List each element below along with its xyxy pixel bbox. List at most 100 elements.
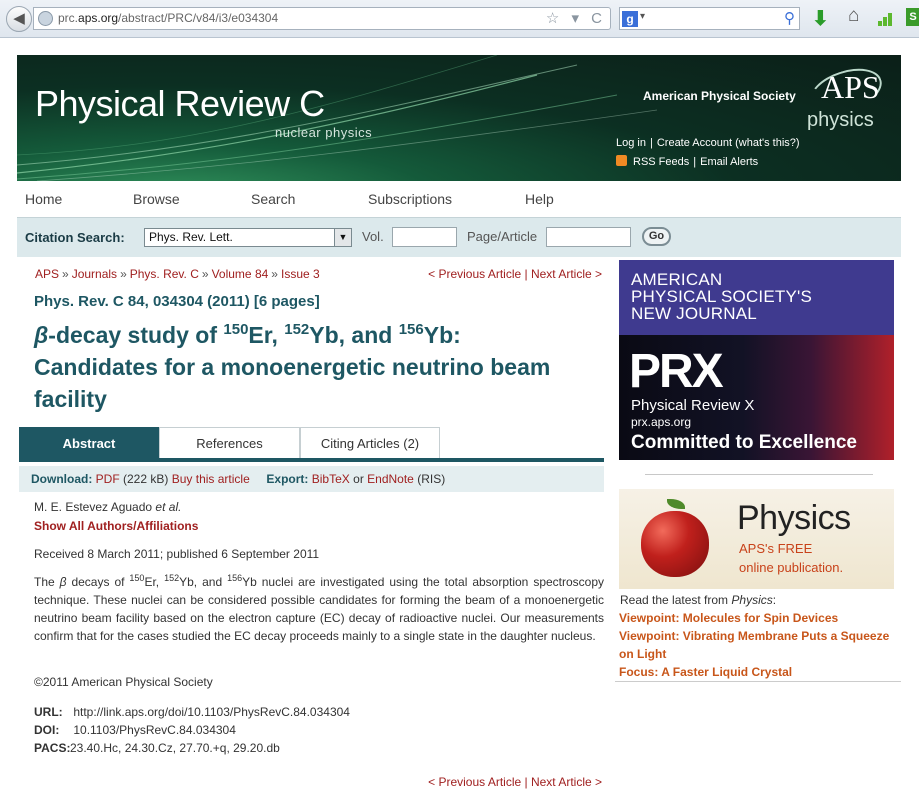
journal-subtitle: nuclear physics bbox=[275, 125, 373, 140]
url-text[interactable]: prc.aps.org/abstract/PRC/v84/i3/e034304 bbox=[58, 11, 278, 25]
article-title: β-decay study of 150Er, 152Yb, and 156Yb… bbox=[34, 321, 551, 412]
tab-citing-articles[interactable]: Citing Articles (2) bbox=[300, 427, 440, 458]
account-links: Log in | Create Account (what's this?) bbox=[616, 137, 800, 149]
rss-feeds-link[interactable]: RSS Feeds bbox=[633, 156, 689, 168]
article-tabs: Abstract References Citing Articles (2) bbox=[19, 427, 604, 462]
url-domain: aps.org bbox=[78, 11, 119, 25]
export-label: Export: bbox=[266, 472, 309, 486]
tab-abstract[interactable]: Abstract bbox=[19, 427, 159, 458]
sidebar-bottom-rule bbox=[615, 681, 901, 682]
breadcrumb-volume[interactable]: Volume 84 bbox=[212, 267, 269, 281]
engine-dropdown-icon[interactable]: ▾ bbox=[640, 11, 645, 22]
next-article-link[interactable]: Next Article > bbox=[531, 267, 602, 281]
prx-url: prx.aps.org bbox=[631, 415, 692, 429]
physics-pub-text: online publication. bbox=[739, 560, 844, 575]
web-page: Physical Review C nuclear physics Americ… bbox=[0, 38, 919, 812]
page-article-input[interactable] bbox=[546, 227, 631, 247]
url-row: URL: http://link.aps.org/doi/10.1103/Phy… bbox=[34, 705, 350, 719]
buy-article-link[interactable]: Buy this article bbox=[172, 472, 250, 486]
nav-subscriptions[interactable]: Subscriptions bbox=[368, 191, 452, 207]
breadcrumb: APS» Journals» Phys. Rev. C» Volume 84» Issu… bbox=[35, 267, 320, 281]
article-citation: Phys. Rev. C 84, 034304 (2011) [6 pages] bbox=[34, 293, 320, 310]
signal-bars-icon[interactable] bbox=[878, 10, 896, 26]
go-button[interactable]: Go bbox=[642, 227, 671, 246]
latest-physics-label: Read the latest from Physics: bbox=[620, 593, 777, 607]
download-icon[interactable]: ⬇ bbox=[812, 6, 829, 31]
volume-label: Vol. bbox=[362, 229, 384, 244]
abstract-text: The β decays of 150Er, 152Yb, and 156Yb … bbox=[34, 573, 605, 644]
journal-select-value: Phys. Rev. Lett. bbox=[149, 230, 233, 244]
copyright: ©2011 American Physical Society bbox=[34, 675, 213, 689]
aps-logo-physics: physics bbox=[807, 109, 874, 131]
aps-logo[interactable]: APS physics bbox=[804, 60, 888, 133]
url-path: /abstract/PRC/v84/i3/e034304 bbox=[118, 11, 279, 25]
volume-input[interactable] bbox=[392, 227, 457, 247]
page-article-label: Page/Article bbox=[467, 229, 538, 244]
endnote-link[interactable]: EndNote bbox=[367, 472, 414, 486]
article-doi[interactable]: 10.1103/PhysRevC.84.034304 bbox=[73, 723, 236, 737]
tab-references[interactable]: References bbox=[159, 427, 300, 458]
nav-home[interactable]: Home bbox=[25, 191, 62, 207]
article-column: APS» Journals» Phys. Rev. C» Volume 84» Issu… bbox=[17, 257, 607, 812]
home-icon[interactable]: ⌂ bbox=[848, 5, 859, 27]
article-pacs: 23.40.Hc, 24.30.Cz, 27.70.+q, 29.20.db bbox=[70, 741, 280, 755]
bibtex-link[interactable]: BibTeX bbox=[312, 472, 350, 486]
address-bar[interactable]: prc.aps.org/abstract/PRC/v84/i3/e034304 … bbox=[33, 7, 611, 30]
journal-banner: Physical Review C nuclear physics Americ… bbox=[17, 55, 901, 181]
create-account-link[interactable]: Create Account (what's this?) bbox=[657, 137, 800, 149]
browser-toolbar: ◀ prc.aps.org/abstract/PRC/v84/i3/e03430… bbox=[0, 0, 919, 38]
nav-search[interactable]: Search bbox=[251, 191, 295, 207]
rss-icon[interactable] bbox=[616, 155, 627, 166]
article-pager-top: < Previous Article | Next Article > bbox=[428, 267, 602, 281]
nav-browse[interactable]: Browse bbox=[133, 191, 180, 207]
leaf-icon bbox=[667, 499, 685, 509]
show-all-authors-link[interactable]: Show All Authors/Affiliations bbox=[34, 519, 198, 533]
breadcrumb-issue[interactable]: Issue 3 bbox=[281, 267, 320, 281]
breadcrumb-journal[interactable]: Phys. Rev. C bbox=[130, 267, 199, 281]
back-button[interactable]: ◀ bbox=[6, 6, 32, 32]
breadcrumb-journals[interactable]: Journals bbox=[72, 267, 117, 281]
nav-help[interactable]: Help bbox=[525, 191, 554, 207]
prx-ad[interactable]: AMERICAN PHYSICAL SOCIETY'S NEW JOURNAL PR… bbox=[619, 260, 894, 460]
site-globe-icon bbox=[38, 11, 53, 26]
apple-icon bbox=[641, 511, 709, 577]
aps-logo-text: APS bbox=[821, 69, 880, 105]
article-url[interactable]: http://link.aps.org/doi/10.1103/PhysRevC… bbox=[73, 705, 350, 719]
society-name[interactable]: American Physical Society bbox=[643, 89, 796, 103]
viewpoint-link[interactable]: Focus: A Faster Liquid Crystal bbox=[619, 663, 899, 681]
login-link[interactable]: Log in bbox=[616, 137, 646, 149]
doi-row: DOI: 10.1103/PhysRevC.84.034304 bbox=[34, 723, 236, 737]
pdf-size: (222 kB) bbox=[123, 472, 169, 486]
download-label: Download: bbox=[31, 472, 93, 486]
article-pager-bottom: < Previous Article | Next Article > bbox=[428, 775, 602, 789]
viewpoint-link[interactable]: Viewpoint: Molecules for Spin Devices bbox=[619, 609, 899, 627]
previous-article-link[interactable]: < Previous Article bbox=[428, 267, 521, 281]
prx-ad-heading: AMERICAN PHYSICAL SOCIETY'S NEW JOURNAL bbox=[631, 270, 812, 323]
physics-logo: Physics bbox=[737, 499, 851, 537]
chevron-down-icon[interactable]: ▼ bbox=[334, 229, 351, 246]
search-icon[interactable]: ⚲ bbox=[784, 9, 795, 27]
search-box[interactable]: g ▾ ⚲ bbox=[619, 7, 800, 30]
viewpoint-link[interactable]: Viewpoint: Vibrating Membrane Puts a Squ… bbox=[619, 627, 899, 663]
pdf-link[interactable]: PDF bbox=[96, 472, 120, 486]
main-nav: Home Browse Search Subscriptions Help bbox=[17, 181, 901, 217]
extension-icon[interactable]: S bbox=[906, 8, 919, 26]
sidebar-divider bbox=[645, 474, 873, 475]
previous-article-link[interactable]: < Previous Article bbox=[428, 775, 521, 789]
article-metadata: URL: http://link.aps.org/doi/10.1103/Phy… bbox=[34, 703, 350, 757]
prx-tagline: Committed to Excellence bbox=[631, 432, 857, 453]
prx-name: Physical Review X bbox=[631, 397, 755, 414]
prx-logo: PRX bbox=[629, 345, 724, 398]
breadcrumb-aps[interactable]: APS bbox=[35, 267, 59, 281]
journal-title[interactable]: Physical Review C bbox=[35, 83, 325, 125]
email-alerts-link[interactable]: Email Alerts bbox=[700, 156, 758, 168]
pacs-row: PACS:23.40.Hc, 24.30.Cz, 27.70.+q, 29.20… bbox=[34, 741, 280, 755]
feed-links: RSS Feeds | Email Alerts bbox=[616, 155, 758, 168]
download-export-bar: Download: PDF (222 kB) Buy this article … bbox=[19, 466, 604, 492]
citation-search-bar: Citation Search: Phys. Rev. Lett. ▼ Vol.… bbox=[17, 217, 901, 257]
journal-select[interactable]: Phys. Rev. Lett. ▼ bbox=[144, 228, 352, 247]
next-article-link[interactable]: Next Article > bbox=[531, 775, 602, 789]
physics-ad[interactable]: Physics APS's FREE online publication. bbox=[619, 489, 894, 589]
url-bar-icons[interactable]: ☆ ▾ C bbox=[546, 9, 606, 27]
google-icon[interactable]: g bbox=[622, 11, 638, 27]
